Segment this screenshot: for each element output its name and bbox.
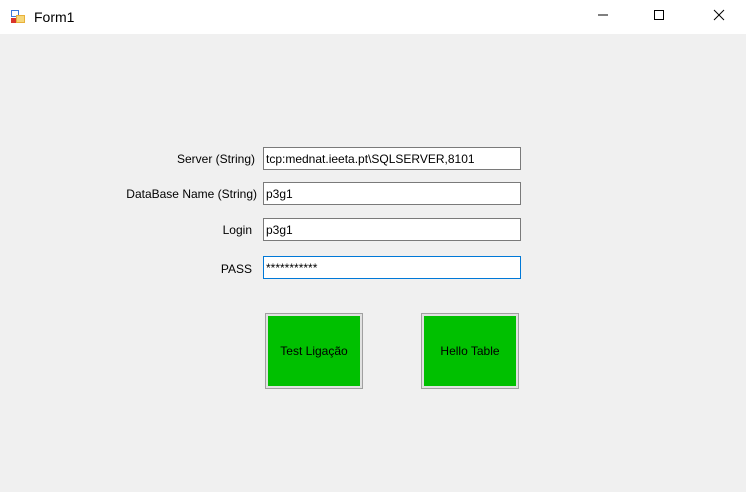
minimize-icon <box>597 8 609 26</box>
pass-label: PASS <box>220 262 252 276</box>
database-name-input[interactable] <box>263 182 521 205</box>
maximize-icon <box>653 8 665 26</box>
close-button[interactable] <box>696 0 742 34</box>
server-input[interactable] <box>263 147 521 170</box>
test-connection-button[interactable]: Test Ligação <box>265 313 363 389</box>
hello-table-label: Hello Table <box>424 316 516 386</box>
hello-table-button[interactable]: Hello Table <box>421 313 519 389</box>
app-icon[interactable] <box>10 8 26 24</box>
pass-input[interactable] <box>263 256 521 279</box>
minimize-button[interactable] <box>580 0 626 34</box>
login-input[interactable] <box>263 218 521 241</box>
window-title: Form1 <box>34 9 75 25</box>
test-connection-label: Test Ligação <box>268 316 360 386</box>
database-name-label: DataBase Name (String) <box>126 187 257 201</box>
maximize-button[interactable] <box>636 0 682 34</box>
form1-window: Form1 Server (String) DataBase Name (Str… <box>0 0 746 492</box>
close-icon <box>713 8 725 26</box>
login-label: Login <box>222 223 252 237</box>
server-label: Server (String) <box>176 152 255 166</box>
title-bar[interactable]: Form1 <box>0 0 746 34</box>
